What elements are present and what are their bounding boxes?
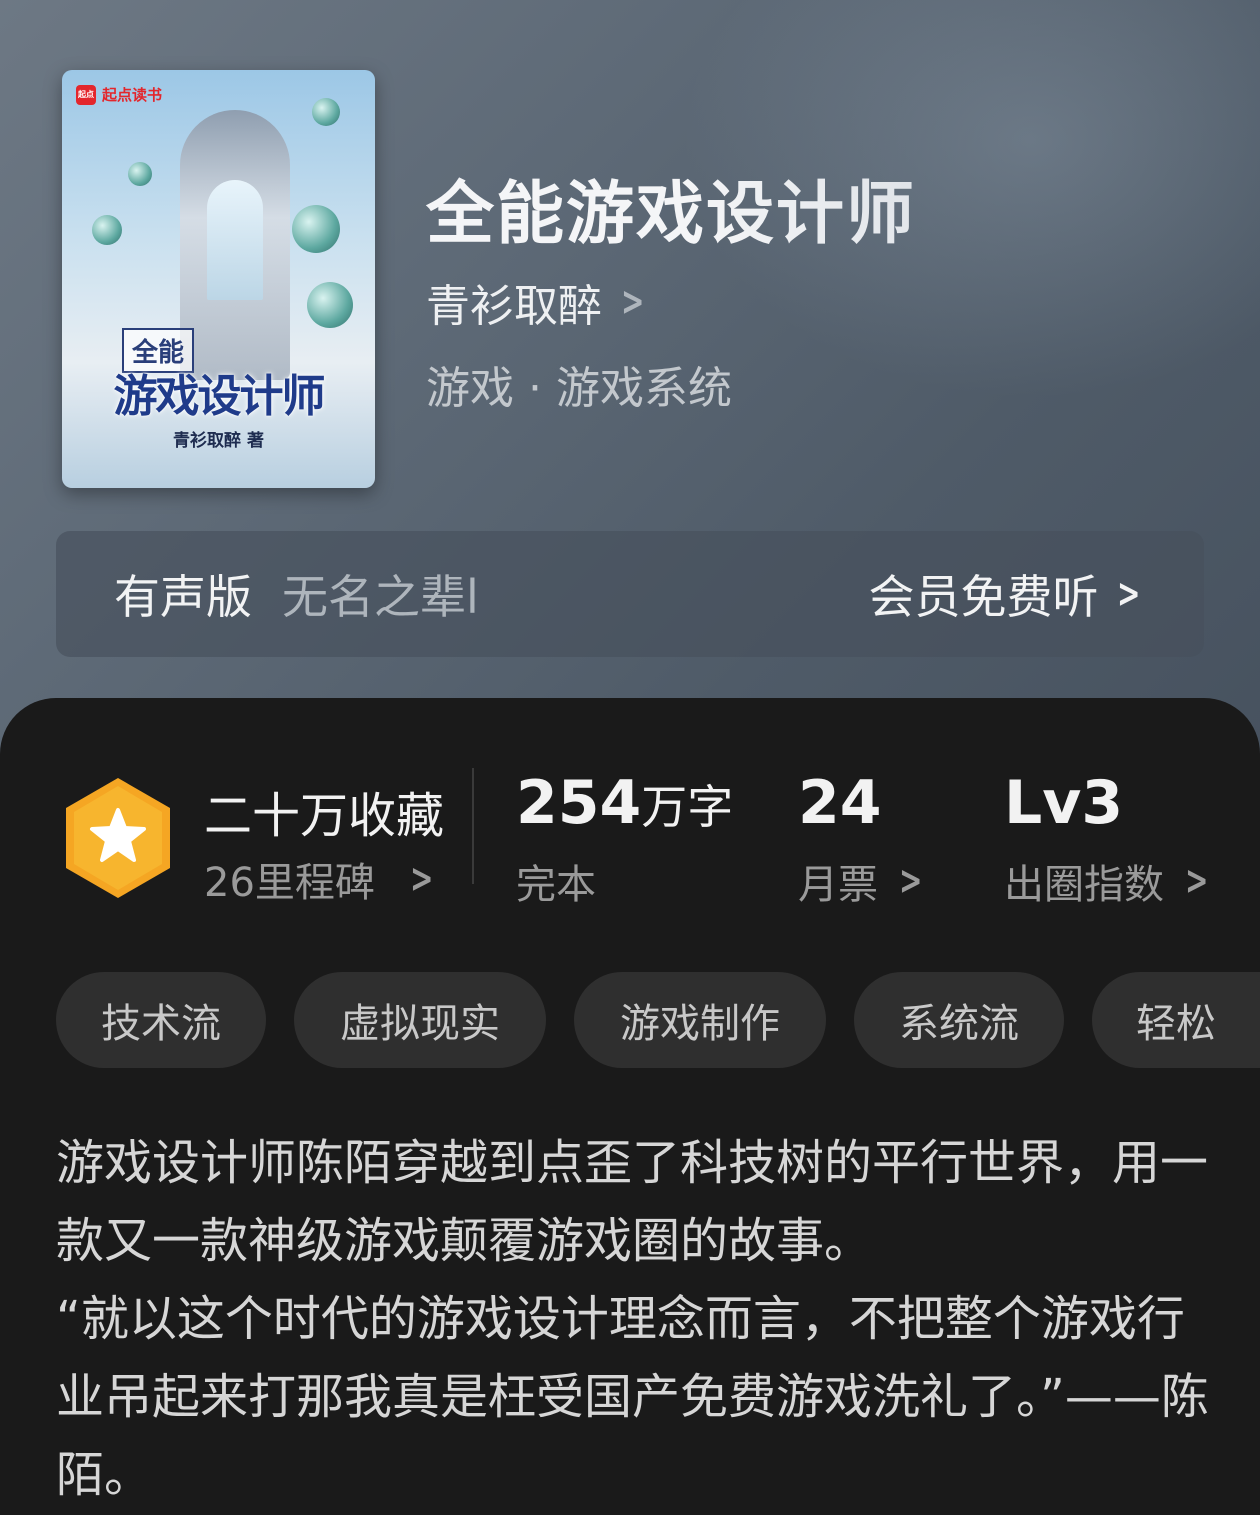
cover-orb	[292, 205, 340, 253]
word-count-unit: 万字	[641, 780, 734, 834]
audio-label: 有声版	[114, 570, 252, 624]
chevron-right-icon: >	[1117, 571, 1141, 617]
stats-divider	[472, 768, 474, 884]
chevron-right-icon: >	[899, 858, 923, 904]
book-header: 起点 起点读书 全能 游戏设计师 青衫取醉 著 全能游戏设计师 青衫取醉 > 游…	[0, 0, 1260, 760]
cover-orb	[307, 282, 353, 328]
tag-chip[interactable]: 游戏制作	[574, 972, 826, 1068]
brand-logo-icon: 起点	[76, 84, 96, 105]
tag-chip[interactable]: 技术流	[56, 972, 266, 1068]
cover-title: 游戏设计师	[113, 371, 326, 422]
chevron-right-icon: >	[1185, 858, 1209, 904]
author-link[interactable]: 青衫取醉 >	[426, 270, 650, 334]
chevron-right-icon: >	[409, 856, 434, 902]
monthly-votes-link[interactable]: 月票 >	[798, 852, 928, 910]
audio-narrator: 无名之辈l	[282, 570, 479, 624]
monthly-votes-label: 月票	[798, 862, 878, 908]
cover-brand-text: 起点读书	[102, 86, 163, 104]
cover-orb	[128, 162, 152, 186]
member-listen-label: 会员免费听	[868, 570, 1099, 624]
milestones-link[interactable]: 26里程碑 >	[204, 850, 438, 908]
genre-text[interactable]: 游戏 · 游戏系统	[426, 352, 732, 416]
level-value: Lv3	[1004, 768, 1124, 838]
tag-chip[interactable]: 系统流	[854, 972, 1064, 1068]
cover-orb	[312, 98, 340, 126]
tag-chip[interactable]: 轻松	[1092, 972, 1260, 1068]
completion-status: 完本	[516, 852, 596, 910]
book-title: 全能游戏设计师	[426, 174, 917, 254]
description-paragraph: “就以这个时代的游戏设计理念而言，不把整个游戏行业吊起来打那我真是枉受国产免费游…	[56, 1291, 1209, 1503]
audio-version-bar[interactable]: 有声版 无名之辈l 会员免费听 >	[56, 531, 1204, 657]
book-detail-sheet: 二十万收藏 26里程碑 > 254万字 完本 24 月票 > Lv3 出圈指数 …	[0, 698, 1260, 1515]
book-cover[interactable]: 起点 起点读书 全能 游戏设计师 青衫取醉 著	[62, 70, 375, 488]
cover-author: 青衫取醉 著	[173, 431, 264, 451]
book-description: 游戏设计师陈陌穿越到点歪了科技树的平行世界，用一款又一款神级游戏颠覆游戏圈的故事…	[56, 1124, 1216, 1514]
author-name: 青衫取醉	[426, 281, 602, 332]
stats-row: 二十万收藏 26里程碑 > 254万字 完本 24 月票 > Lv3 出圈指数 …	[0, 768, 1260, 928]
tag-chip[interactable]: 虚拟现实	[294, 972, 546, 1068]
description-paragraph: 游戏设计师陈陌穿越到点歪了科技树的平行世界，用一款又一款神级游戏颠覆游戏圈的故事…	[56, 1135, 1209, 1269]
popularity-index-link[interactable]: 出圈指数 >	[1004, 852, 1214, 910]
member-listen-button[interactable]: 会员免费听 >	[868, 561, 1146, 627]
status-label: 完本	[516, 862, 596, 908]
monthly-votes-value: 24	[798, 768, 882, 838]
cover-brand: 起点 起点读书	[76, 84, 162, 105]
cover-door-art	[207, 180, 263, 300]
milestones-label: 26里程碑	[204, 860, 375, 906]
word-count-value: 254	[516, 768, 642, 838]
tag-list: 技术流 虚拟现实 游戏制作 系统流 轻松	[56, 972, 1260, 1068]
favorites-count: 二十万收藏	[204, 788, 445, 844]
popularity-index-label: 出圈指数	[1004, 862, 1164, 908]
star-medal-icon	[66, 778, 170, 898]
cover-orb	[92, 215, 122, 245]
chevron-right-icon: >	[621, 279, 645, 325]
word-count: 254万字	[516, 768, 733, 838]
